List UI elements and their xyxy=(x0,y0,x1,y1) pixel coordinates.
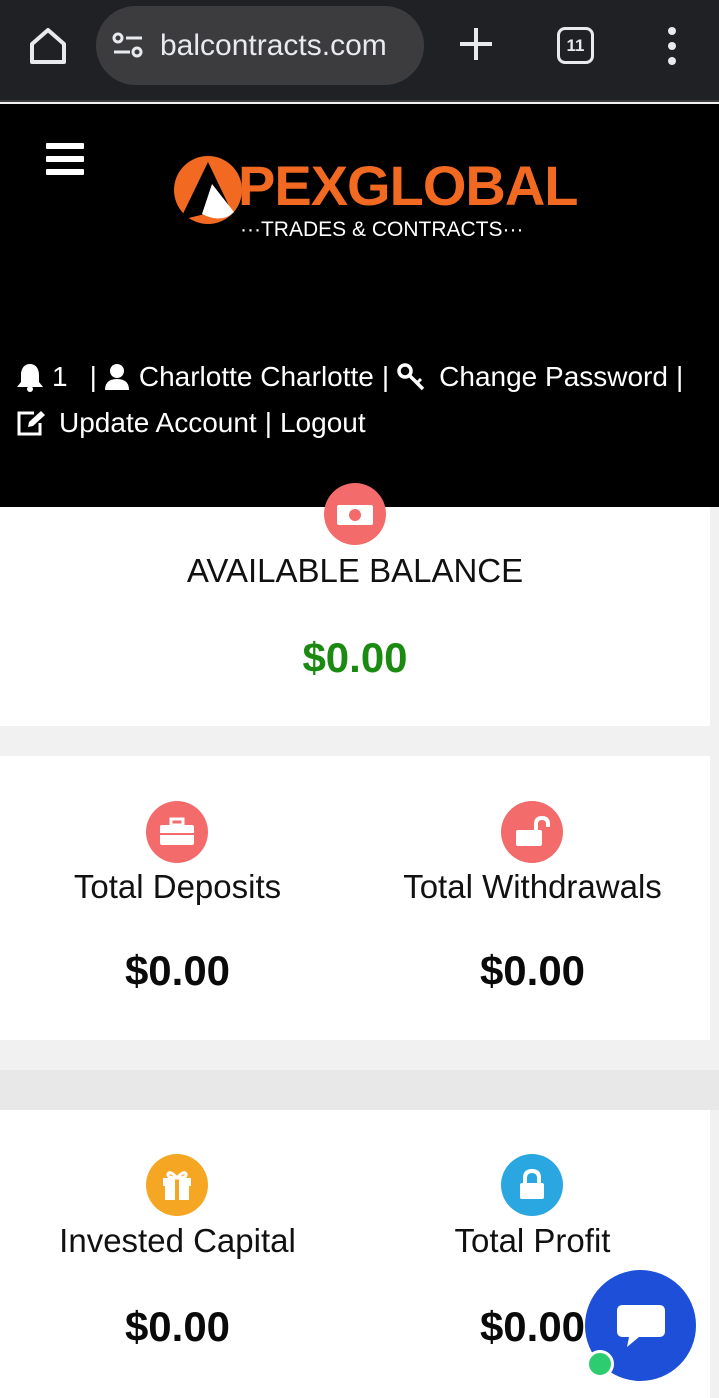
stat-value: $0.00 xyxy=(124,947,231,994)
nav-separator: | xyxy=(264,407,272,438)
nav-separator: | xyxy=(675,361,684,392)
site-header: PEXGLOBAL ···TRADES & CONTRACTS··· 1 | C… xyxy=(0,104,719,507)
section-divider xyxy=(0,1070,719,1110)
home-icon xyxy=(30,28,66,64)
new-tab-button[interactable] xyxy=(456,24,496,64)
balance-label: AVAILABLE BALANCE xyxy=(186,552,524,589)
online-status-dot xyxy=(586,1350,614,1378)
home-button[interactable] xyxy=(26,24,70,68)
address-bar[interactable]: balcontracts.com xyxy=(96,6,424,85)
user-name-link[interactable]: Charlotte Charlotte xyxy=(139,354,374,400)
site-logo[interactable]: PEXGLOBAL ···TRADES & CONTRACTS··· xyxy=(172,150,578,250)
money-icon xyxy=(324,483,386,545)
bell-icon[interactable] xyxy=(16,362,44,392)
stat-label: Invested Capital xyxy=(59,1222,296,1259)
gift-icon xyxy=(146,1154,208,1216)
plus-icon xyxy=(460,28,492,60)
logo-tagline: ···TRADES & CONTRACTS··· xyxy=(240,218,524,241)
update-account-link[interactable]: Update Account xyxy=(59,400,257,446)
chat-bubble-icon xyxy=(616,1304,665,1347)
stats-card-row-1: Total Deposits $0.00 Total Withdrawals $… xyxy=(0,756,710,1040)
edit-icon xyxy=(17,411,45,436)
tab-switcher-button[interactable]: 11 xyxy=(557,27,594,64)
user-icon xyxy=(104,364,129,390)
stat-label: Total Withdrawals xyxy=(403,868,662,905)
site-settings-icon[interactable] xyxy=(112,32,144,60)
briefcase-icon xyxy=(146,801,208,863)
user-nav: 1 | Charlotte Charlotte | Change Passwor… xyxy=(16,354,706,446)
balance-card: AVAILABLE BALANCE $0.00 xyxy=(0,483,710,726)
browser-menu-button[interactable] xyxy=(660,24,684,68)
logout-link[interactable]: Logout xyxy=(280,400,366,446)
stat-value: $0.00 xyxy=(124,1303,231,1350)
balance-value: $0.00 xyxy=(302,634,408,681)
logo-wordmark: PEXGLOBAL xyxy=(238,154,578,217)
nav-separator: | xyxy=(381,361,390,392)
nav-separator: | xyxy=(89,361,97,392)
change-password-link[interactable]: Change Password xyxy=(439,354,668,400)
unlock-icon xyxy=(501,801,563,863)
hamburger-menu-icon[interactable] xyxy=(46,143,84,175)
more-vert-icon xyxy=(668,27,676,65)
stat-value: $0.00 xyxy=(479,947,586,994)
browser-toolbar: balcontracts.com 11 xyxy=(0,0,719,102)
stat-label: Total Profit xyxy=(454,1222,611,1259)
url-text[interactable]: balcontracts.com xyxy=(160,28,387,64)
lock-icon xyxy=(501,1154,563,1216)
notification-count[interactable]: 1 xyxy=(52,354,68,400)
key-icon xyxy=(397,363,425,391)
stat-label: Total Deposits xyxy=(73,868,282,905)
logo-mark-icon xyxy=(174,156,242,224)
